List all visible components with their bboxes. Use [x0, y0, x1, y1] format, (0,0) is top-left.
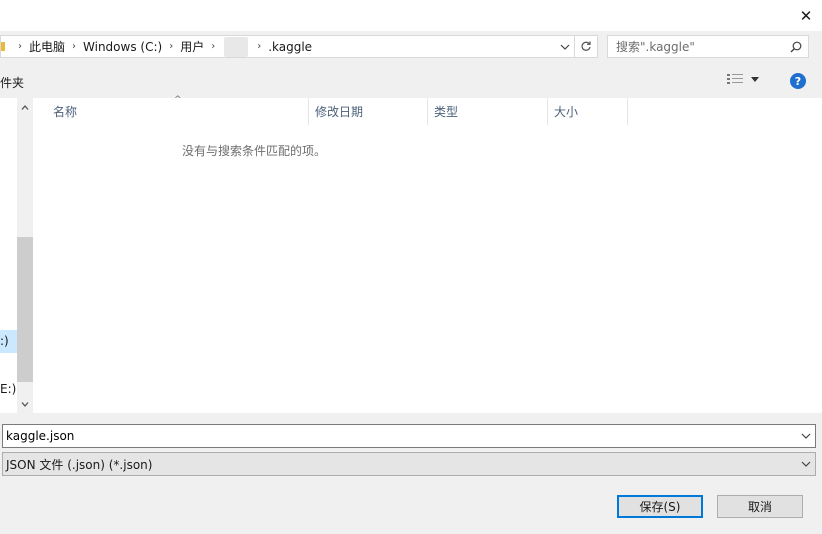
save-button-label: 保存(S): [639, 500, 681, 514]
chevron-down-icon: [801, 433, 811, 439]
filename-input[interactable]: [3, 426, 797, 446]
empty-list-message: 没有与搜索条件匹配的项。: [181, 144, 326, 158]
chevron-up-icon: [21, 104, 29, 110]
breadcrumb-windows-c[interactable]: Windows (C:): [83, 40, 162, 54]
view-options-icon: [727, 74, 743, 84]
breadcrumb-this-pc[interactable]: 此电脑: [29, 38, 65, 55]
filetype-value: JSON 文件 (.json) (*.json): [6, 457, 153, 472]
refresh-button[interactable]: [574, 36, 597, 57]
breadcrumb-separator-icon[interactable]: ›: [18, 41, 22, 52]
scroll-up-button[interactable]: [17, 100, 33, 114]
close-icon: ✕: [799, 6, 813, 25]
filename-dropdown-button[interactable]: [797, 433, 815, 439]
filetype-dropdown-button[interactable]: [797, 461, 815, 467]
save-button[interactable]: 保存(S): [617, 495, 703, 518]
search-box[interactable]: [607, 35, 809, 58]
column-header-type[interactable]: 类型: [428, 98, 548, 125]
caret-down-icon: [751, 76, 759, 82]
scroll-down-button[interactable]: [17, 397, 33, 411]
close-button[interactable]: ✕: [790, 0, 822, 31]
breadcrumb-separator-icon[interactable]: ›: [169, 41, 173, 52]
breadcrumb-users[interactable]: 用户: [180, 38, 204, 55]
cancel-button-label: 取消: [747, 500, 772, 514]
column-header-size[interactable]: 大小: [548, 98, 628, 125]
breadcrumb-separator-icon[interactable]: ›: [211, 41, 215, 52]
chevron-down-icon: [801, 461, 811, 467]
refresh-icon: [581, 40, 591, 51]
nav-scrollbar-thumb[interactable]: [17, 237, 33, 382]
breadcrumb-separator-icon[interactable]: ›: [257, 41, 261, 52]
address-history-button[interactable]: [555, 36, 574, 57]
breadcrumb-kaggle[interactable]: .kaggle: [268, 40, 312, 54]
nav-item-drive-e[interactable]: E:): [0, 382, 16, 396]
search-icon[interactable]: [784, 41, 808, 53]
column-header-modified[interactable]: 修改日期: [309, 98, 428, 125]
filename-combobox[interactable]: [2, 424, 816, 448]
cancel-button[interactable]: 取消: [717, 495, 803, 518]
chevron-down-icon: [560, 44, 570, 50]
search-input[interactable]: [608, 37, 784, 56]
address-bar[interactable]: › 此电脑 › Windows (C:) › 用户 › › .kaggle: [0, 35, 598, 58]
breadcrumb: › 此电脑 › Windows (C:) › 用户 › › .kaggle: [1, 36, 555, 57]
nav-item-drive[interactable]: :): [0, 334, 9, 348]
chevron-down-icon: [21, 401, 29, 407]
title-bar: [0, 0, 822, 31]
filetype-select[interactable]: JSON 文件 (.json) (*.json): [2, 452, 816, 476]
breadcrumb-separator-icon[interactable]: ›: [72, 41, 76, 52]
folder-icon: [1, 42, 5, 51]
help-icon[interactable]: ?: [790, 73, 806, 89]
breadcrumb-username-redacted[interactable]: [224, 36, 249, 57]
sort-ascending-icon: ^: [174, 95, 182, 105]
new-folder-button[interactable]: 件夹: [0, 74, 24, 91]
view-options-button[interactable]: [727, 73, 759, 85]
